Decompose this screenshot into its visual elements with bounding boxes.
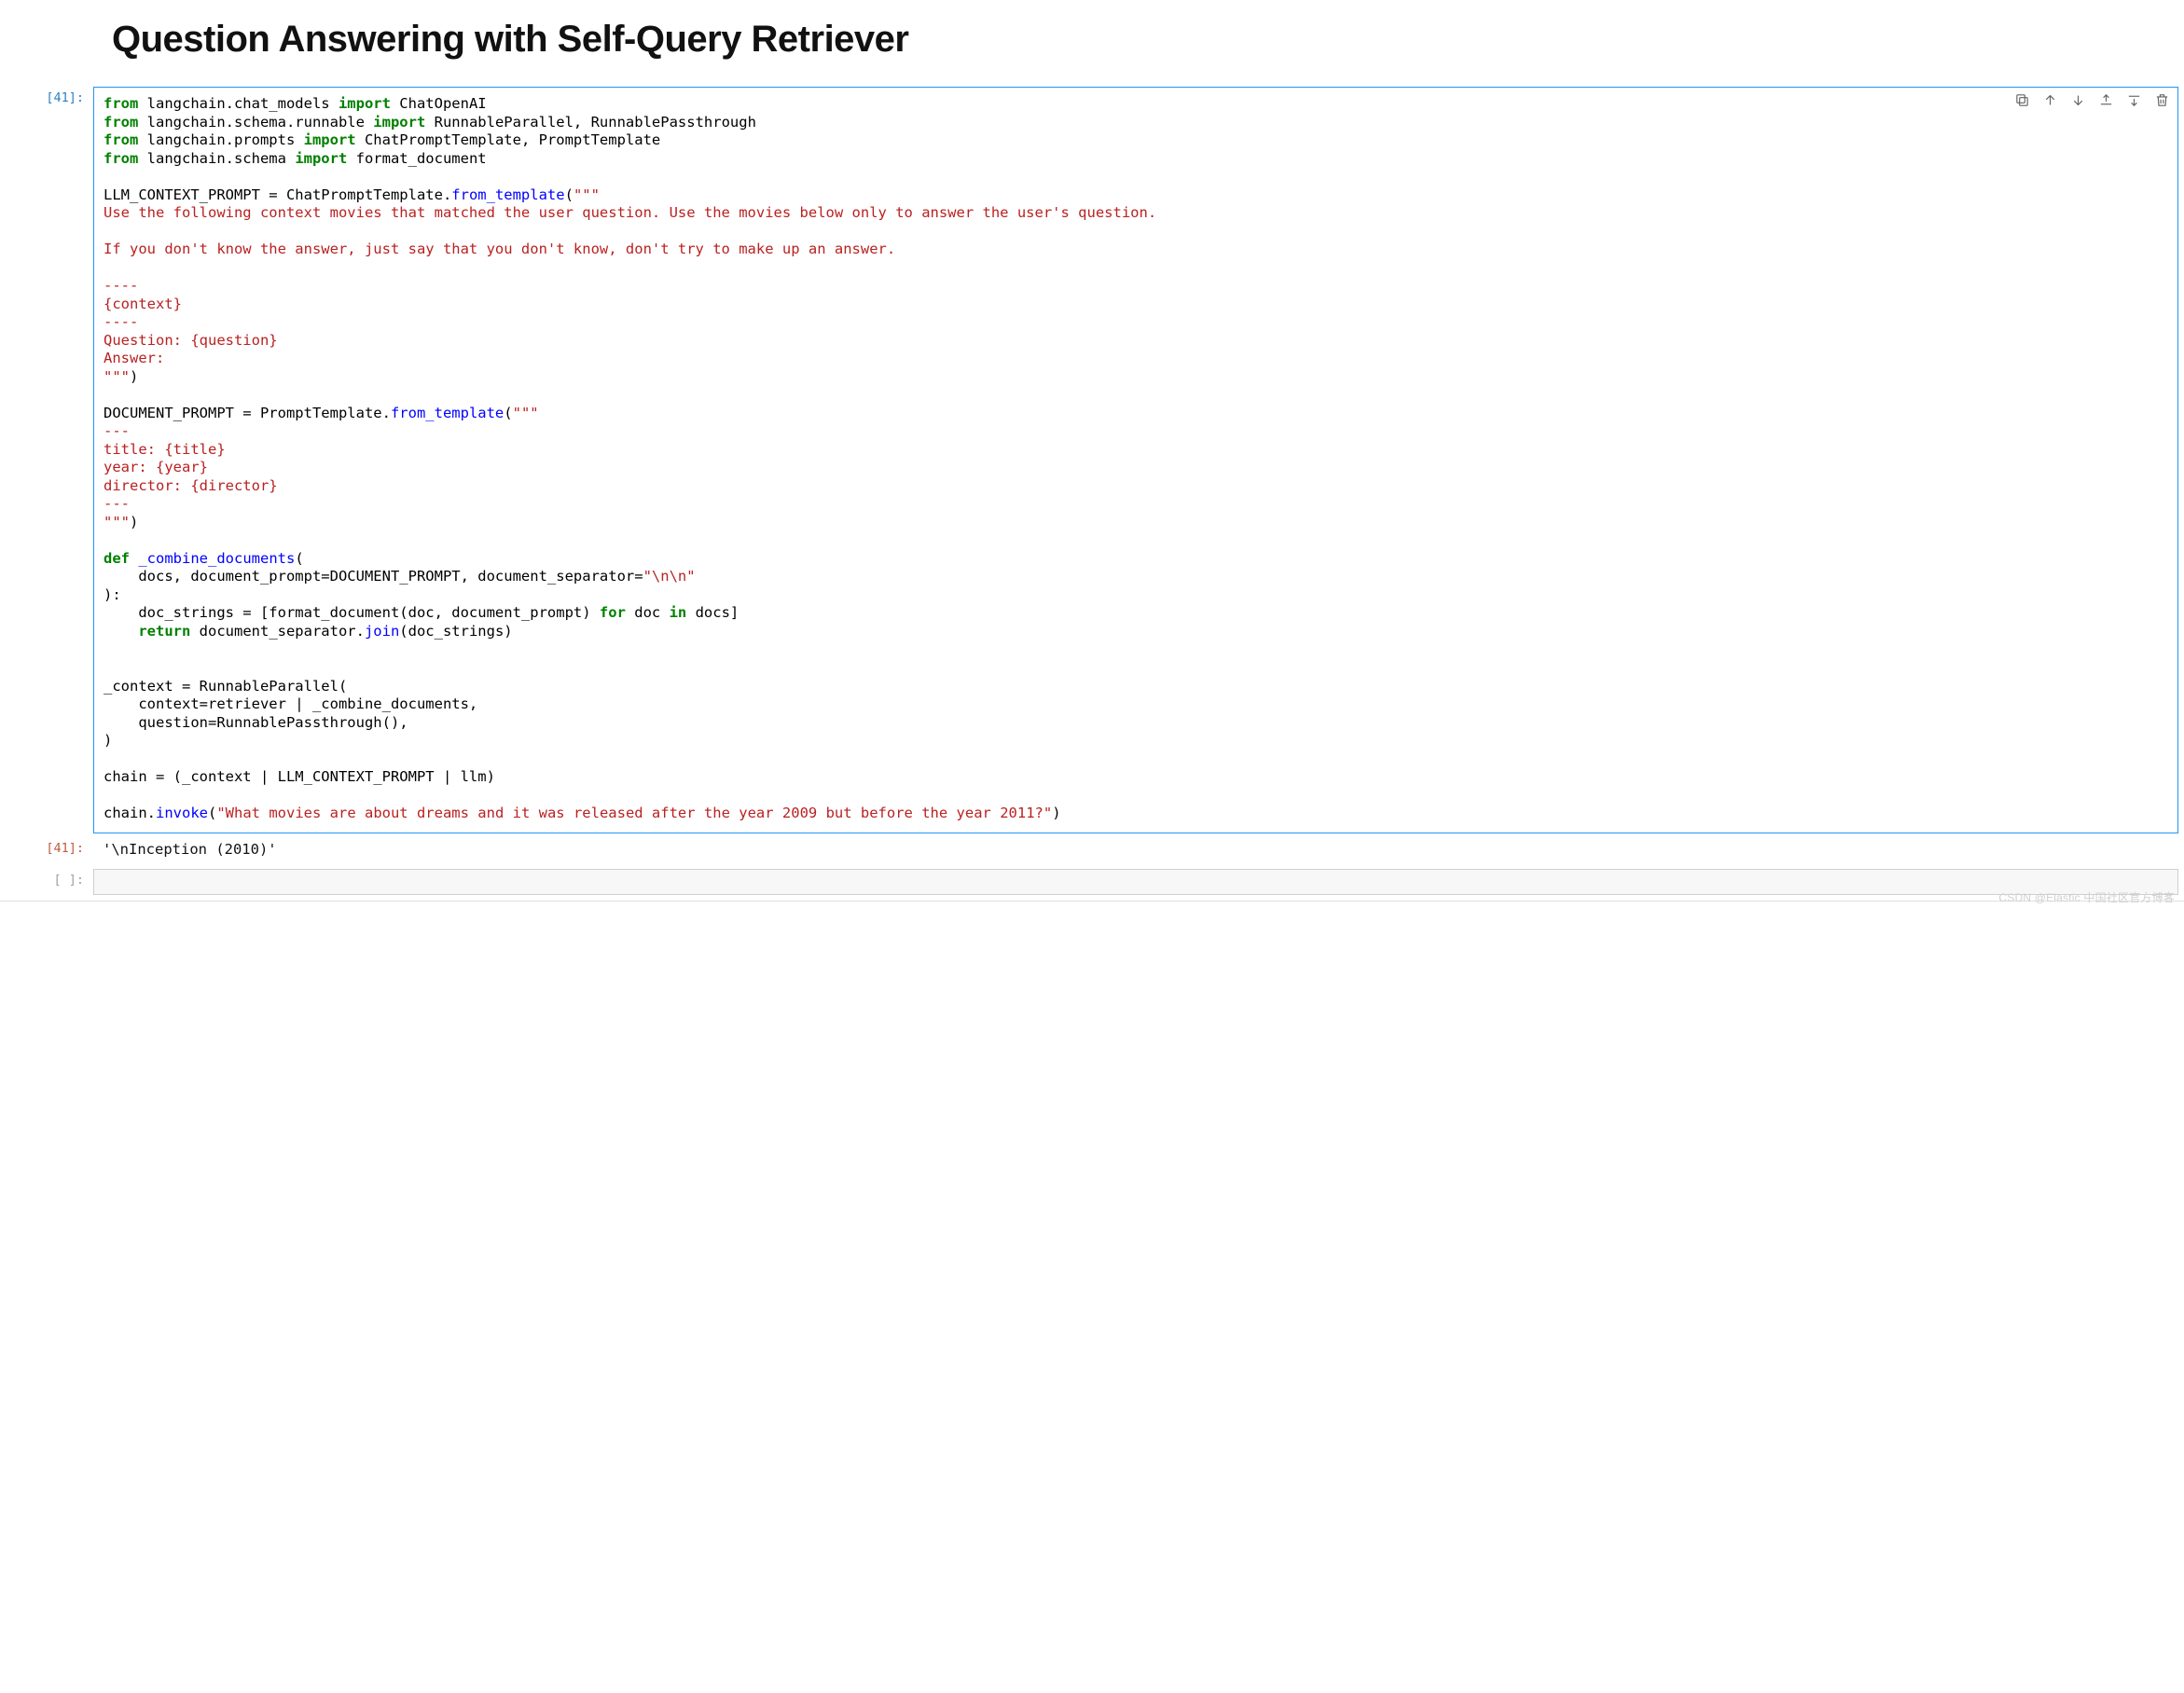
empty-prompt: [ ]: [0,869,93,895]
trash-icon[interactable] [2153,91,2170,108]
notebook: Question Answering with Self-Query Retri… [0,0,2184,895]
footer-divider [0,901,2184,902]
watermark-text: CSDN @Elastic 中国社区官方博客 [1998,889,2175,905]
output-cell: [41]: '\nInception (2010)' [0,837,2184,865]
duplicate-icon[interactable] [2013,91,2030,108]
insert-below-icon[interactable] [2125,91,2142,108]
heading-wrap: Question Answering with Self-Query Retri… [0,19,2184,61]
output-text: '\nInception (2010)' [93,837,2178,865]
insert-above-icon[interactable] [2097,91,2114,108]
code-input-area[interactable]: from langchain.chat_models import ChatOp… [93,87,2178,833]
empty-code-input[interactable] [93,869,2178,895]
arrow-up-icon[interactable] [2041,91,2058,108]
cell-toolbar [2013,91,2170,108]
arrow-down-icon[interactable] [2069,91,2086,108]
input-prompt: [41]: [0,87,93,833]
empty-code-cell: [ ]: [0,869,2184,895]
output-prompt: [41]: [0,837,93,865]
code-content[interactable]: from langchain.chat_models import ChatOp… [94,88,2177,833]
page-title: Question Answering with Self-Query Retri… [112,19,2165,61]
code-cell: [41]: [0,87,2184,833]
